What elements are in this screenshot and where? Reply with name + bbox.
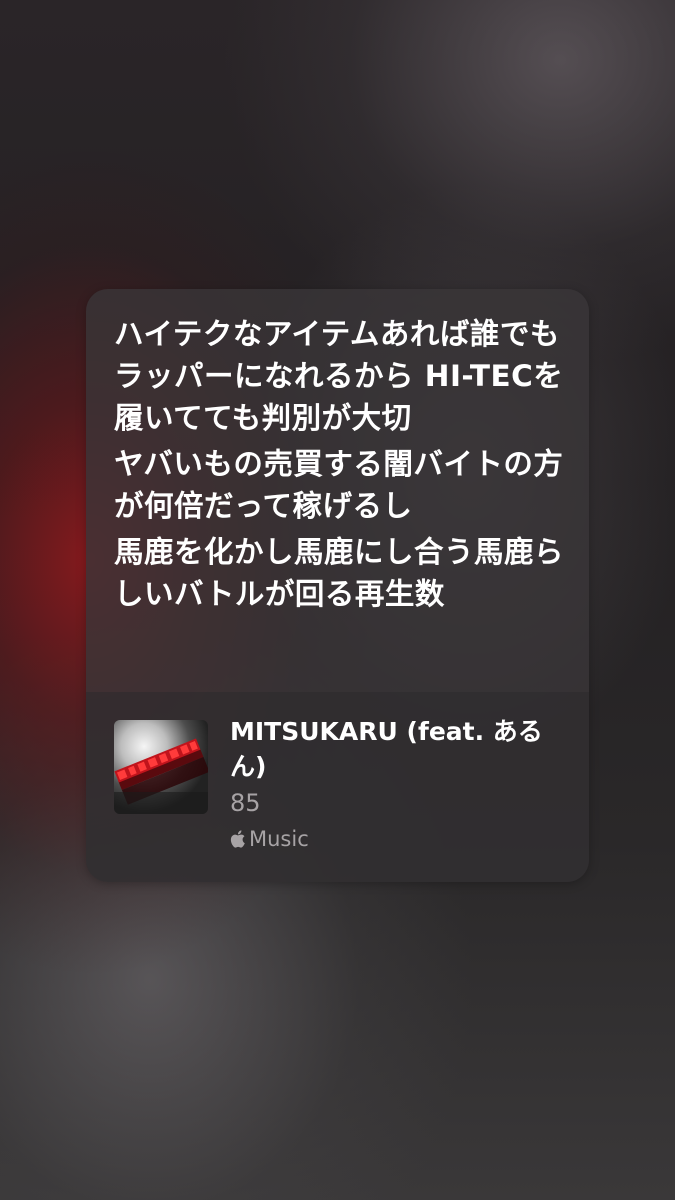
song-info: MITSUKARU (feat. あるん) 85 Music: [230, 714, 560, 852]
lyrics-section: ハイテクなアイテムあれば誰でもラッパーになれるから HI-TECを履いてても判別…: [86, 289, 589, 692]
apple-logo-icon: [230, 829, 248, 849]
lyric-line: 馬鹿を化かし馬鹿にし合う馬鹿らしいバトルが回る再生数: [114, 535, 565, 611]
song-title: MITSUKARU (feat. あるん): [230, 717, 543, 781]
service-label: Music: [249, 827, 309, 851]
lyric-line: ハイテクなアイテムあれば誰でもラッパーになれるから HI-TECを履いてても判別…: [114, 317, 564, 435]
lyrics-share-card[interactable]: ハイテクなアイテムあれば誰でもラッパーになれるから HI-TECを履いてても判別…: [86, 289, 589, 882]
album-cover-art: [114, 720, 208, 814]
track-number: 85: [230, 789, 261, 817]
lyric-line: ヤバいもの売買する闇バイトの方が何倍だって稼げるし: [114, 447, 564, 523]
song-info-footer[interactable]: MITSUKARU (feat. あるん) 85 Music: [86, 692, 589, 882]
streaming-service: Music: [230, 826, 560, 852]
album-cover-image: [114, 720, 208, 814]
